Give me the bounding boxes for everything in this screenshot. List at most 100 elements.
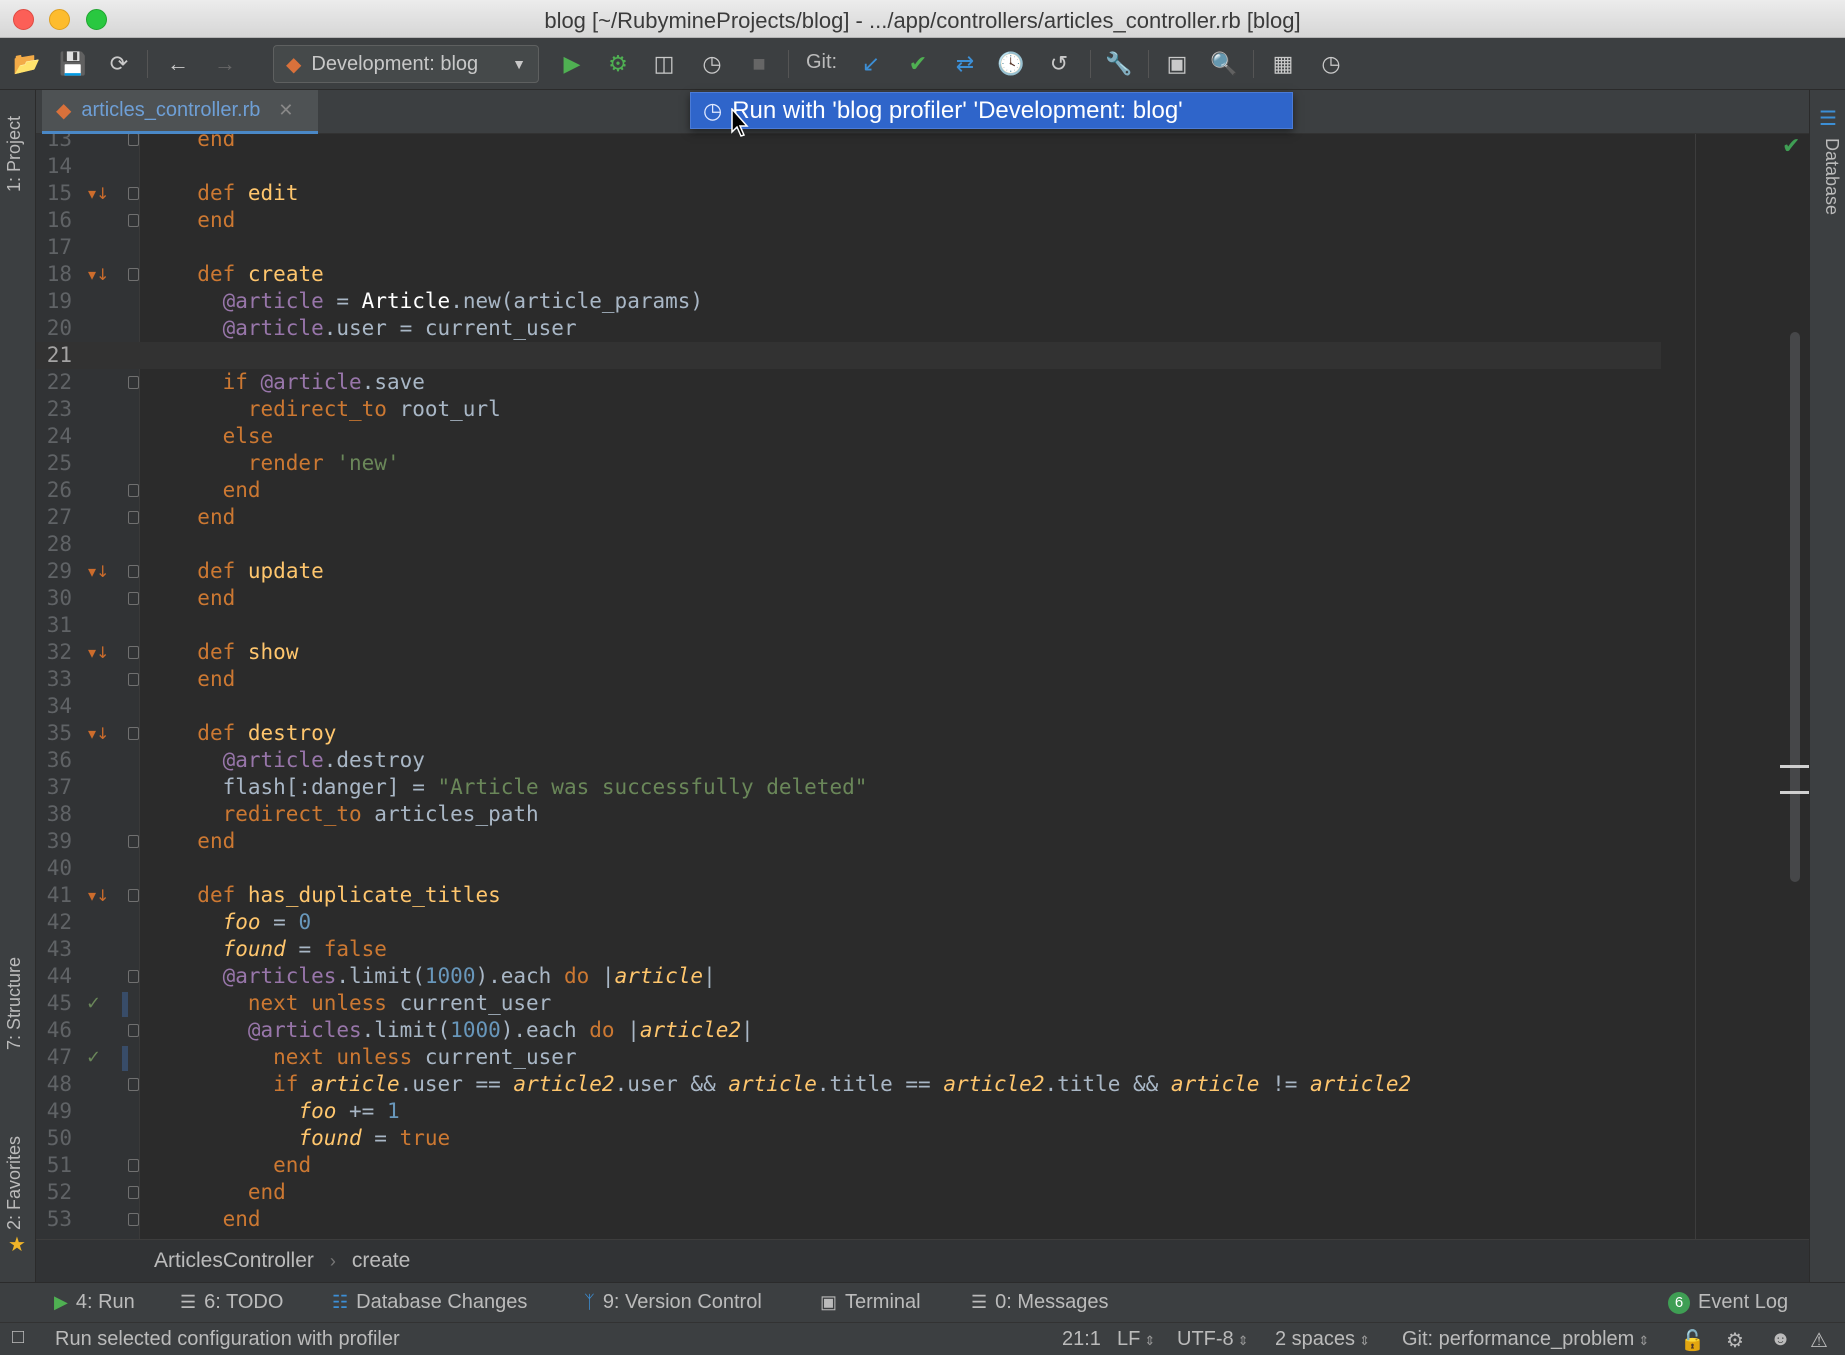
fold-marker-icon[interactable] (128, 889, 139, 902)
code-line[interactable]: 45 ✓ next unless current_user (36, 990, 1661, 1017)
code-text[interactable]: end (172, 585, 235, 612)
line-number[interactable]: 22 (36, 369, 72, 396)
error-stripe-mark[interactable] (1780, 791, 1809, 794)
code-line[interactable]: 13 end (36, 134, 1661, 153)
code-text[interactable]: end (172, 1152, 311, 1179)
lock-icon[interactable]: 🔓 (1680, 1328, 1705, 1353)
event-log-tool-button[interactable]: 6 Event Log (1668, 1291, 1788, 1314)
vcs-commit-icon[interactable]: ✔ (905, 51, 931, 77)
code-line[interactable]: 38 redirect_to articles_path (36, 801, 1661, 828)
code-text[interactable]: next unless current_user (172, 1044, 576, 1071)
code-line[interactable]: 23 redirect_to root_url (36, 396, 1661, 423)
code-text[interactable]: end (172, 1206, 261, 1233)
fold-marker-icon[interactable] (128, 214, 139, 227)
code-line[interactable]: 47 ✓ next unless current_user (36, 1044, 1661, 1071)
code-line[interactable]: 43 found = false (36, 936, 1661, 963)
fold-marker-icon[interactable] (128, 1213, 139, 1226)
fold-marker-icon[interactable] (128, 511, 139, 524)
code-text[interactable]: foo += 1 (172, 1098, 399, 1125)
code-text[interactable]: def has_duplicate_titles (172, 882, 500, 909)
code-line[interactable]: 50 found = true (36, 1125, 1661, 1152)
messages-tool-button[interactable]: ☰ 0: Messages (971, 1291, 1109, 1314)
fold-marker-icon[interactable] (128, 727, 139, 740)
code-line[interactable]: 32 ▾↓ def show (36, 639, 1661, 666)
toggle-tool-windows-icon[interactable]: □ (12, 1326, 24, 1349)
favorites-tool-button[interactable]: 2: Favorites (4, 1136, 25, 1230)
overridden-method-icon[interactable]: ▾↓ (88, 720, 109, 747)
indent-selector[interactable]: 2 spaces ⇕ (1275, 1328, 1370, 1351)
code-text[interactable]: found = true (172, 1125, 450, 1152)
line-number[interactable]: 43 (36, 936, 72, 963)
fold-marker-icon[interactable] (128, 592, 139, 605)
vcs-compare-icon[interactable]: ⇄ (952, 51, 978, 77)
line-number[interactable]: 27 (36, 504, 72, 531)
forward-icon[interactable]: → (212, 51, 238, 77)
code-text[interactable]: redirect_to articles_path (172, 801, 539, 828)
code-text[interactable]: end (172, 134, 235, 153)
code-editor[interactable]: 13 end 14 15 ▾↓ def edit 16 end 17 18 ▾↓ def cr… (36, 134, 1809, 1239)
code-line[interactable]: 33 end (36, 666, 1661, 693)
line-number[interactable]: 37 (36, 774, 72, 801)
line-number[interactable]: 19 (36, 288, 72, 315)
vcs-change-marker[interactable] (122, 1046, 128, 1071)
code-line[interactable]: 48 if article.user == article2.user && a… (36, 1071, 1661, 1098)
code-line[interactable]: 29 ▾↓ def update (36, 558, 1661, 585)
run-configuration-selector[interactable]: ◆ Development: blog ▼ (273, 45, 539, 83)
line-number[interactable]: 49 (36, 1098, 72, 1125)
line-number[interactable]: 14 (36, 153, 72, 180)
code-line[interactable]: 39 end (36, 828, 1661, 855)
fold-marker-icon[interactable] (128, 1078, 139, 1091)
code-line[interactable]: 25 render 'new' (36, 450, 1661, 477)
stop-icon[interactable]: ■ (746, 51, 772, 77)
line-number[interactable]: 31 (36, 612, 72, 639)
code-line[interactable]: 52 end (36, 1179, 1661, 1206)
vcs-update-icon[interactable]: ↙ (858, 51, 884, 77)
fold-marker-icon[interactable] (128, 187, 139, 200)
code-text[interactable]: def update (172, 558, 323, 585)
code-line[interactable]: 22 if @article.save (36, 369, 1661, 396)
fold-marker-icon[interactable] (128, 1024, 139, 1037)
code-line[interactable]: 15 ▾↓ def edit (36, 180, 1661, 207)
overridden-method-icon[interactable]: ▾↓ (88, 882, 109, 909)
profile-icon[interactable]: ◷ (699, 51, 725, 77)
error-stripe-mark[interactable] (1780, 765, 1809, 768)
code-line[interactable]: 27 end (36, 504, 1661, 531)
structure-tool-button[interactable]: 7: Structure (4, 957, 25, 1050)
encoding-selector[interactable]: UTF-8 ⇕ (1177, 1328, 1249, 1351)
terminal-tool-button[interactable]: ▣ Terminal (820, 1291, 921, 1314)
line-number[interactable]: 36 (36, 747, 72, 774)
code-text[interactable]: def edit (172, 180, 298, 207)
line-number[interactable]: 48 (36, 1071, 72, 1098)
line-number[interactable]: 47 (36, 1044, 72, 1071)
run-with-profiler-popup[interactable]: ◷ Run with 'blog profiler' 'Development:… (690, 92, 1293, 129)
line-number[interactable]: 13 (36, 134, 72, 153)
caret-position[interactable]: 21:1 (1062, 1328, 1101, 1351)
fold-marker-icon[interactable] (128, 565, 139, 578)
code-line[interactable]: 46 @articles.limit(1000).each do |articl… (36, 1017, 1661, 1044)
fold-marker-icon[interactable] (128, 646, 139, 659)
search-icon[interactable]: 🔍 (1210, 51, 1237, 77)
line-number[interactable]: 28 (36, 531, 72, 558)
back-icon[interactable]: ← (165, 51, 191, 77)
code-line[interactable]: 42 foo = 0 (36, 909, 1661, 936)
overridden-method-icon[interactable]: ▾↓ (88, 558, 109, 585)
sync-icon[interactable]: ⟳ (106, 51, 132, 77)
code-text[interactable]: def create (172, 261, 323, 288)
code-text[interactable]: if @article.save (172, 369, 425, 396)
line-number[interactable]: 42 (36, 909, 72, 936)
code-text[interactable]: next unless current_user (172, 990, 551, 1017)
code-line[interactable]: 31 (36, 612, 1661, 639)
code-line[interactable]: 49 foo += 1 (36, 1098, 1661, 1125)
code-line[interactable]: 41 ▾↓ def has_duplicate_titles (36, 882, 1661, 909)
code-text[interactable]: if article.user == article2.user && arti… (172, 1071, 1411, 1098)
code-line[interactable]: 17 (36, 234, 1661, 261)
database-changes-tool-button[interactable]: ☷ Database Changes (332, 1291, 527, 1314)
project-tool-button[interactable]: 1: Project (4, 116, 25, 192)
code-line[interactable]: 18 ▾↓ def create (36, 261, 1661, 288)
coverage-icon[interactable]: ◫ (651, 51, 677, 77)
line-number[interactable]: 18 (36, 261, 72, 288)
overridden-method-icon[interactable]: ▾↓ (88, 639, 109, 666)
breadcrumb-method[interactable]: create (352, 1249, 410, 1273)
code-text[interactable]: @article.user = current_user (172, 315, 577, 342)
line-number[interactable]: 33 (36, 666, 72, 693)
